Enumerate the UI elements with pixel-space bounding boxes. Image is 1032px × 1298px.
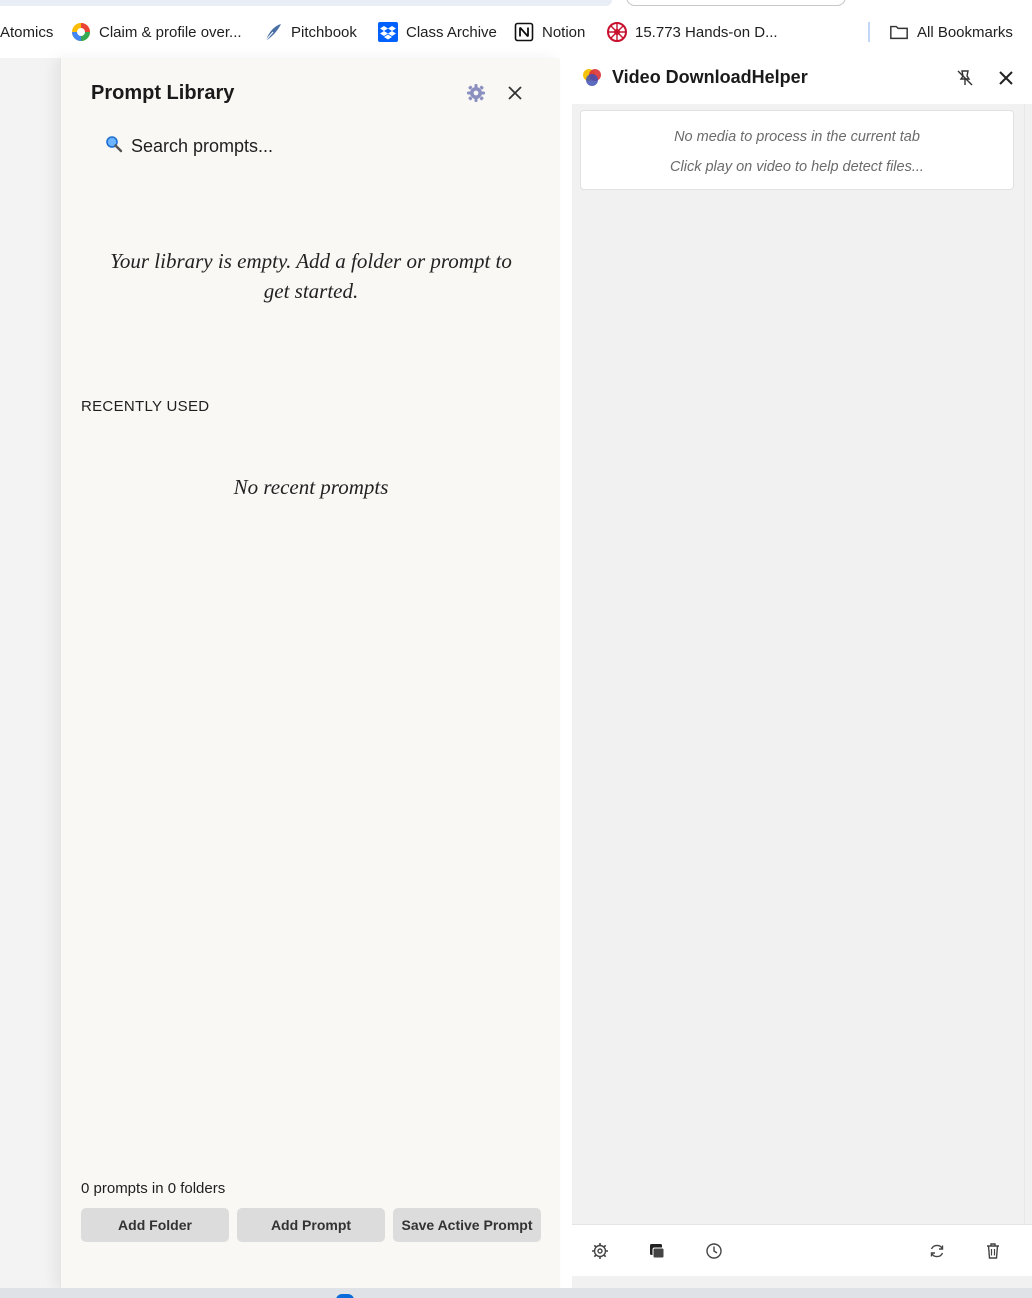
bookmark-class-archive[interactable]: Class Archive: [378, 12, 497, 52]
bookmark-claim-profile[interactable]: Claim & profile over...: [71, 12, 242, 52]
bookmark-notion[interactable]: Notion: [514, 12, 585, 52]
bookmarks-bar: Atomics Claim & profile over... Pitchboo…: [0, 12, 1032, 52]
bookmarks-separator: [868, 22, 870, 42]
google-multicolor-icon: [71, 22, 91, 42]
mit-red-icon: [607, 22, 627, 42]
bookmark-label: 15.773 Hands-on D...: [635, 23, 778, 41]
pitchbook-feather-icon: [263, 22, 283, 42]
panel-divider[interactable]: [561, 58, 572, 1288]
add-folder-button[interactable]: Add Folder: [81, 1208, 229, 1242]
search-input[interactable]: [131, 135, 511, 157]
windows-stack-icon[interactable]: [647, 1241, 667, 1261]
vdh-footer-toolbar: [572, 1224, 1032, 1276]
prompt-library-panel: Prompt Library Search prompts... Your li…: [60, 58, 560, 1288]
bookmark-pitchbook[interactable]: Pitchbook: [263, 12, 357, 52]
play-hint-message: Click play on video to help detect files…: [670, 159, 924, 175]
vdh-title: Video DownloadHelper: [612, 67, 808, 87]
bookmark-15773[interactable]: 15.773 Hands-on D...: [607, 12, 778, 52]
prompt-count-status: 0 prompts in 0 folders: [81, 1180, 226, 1197]
bookmark-label: Class Archive: [406, 23, 497, 41]
unpin-icon[interactable]: [955, 68, 975, 88]
all-bookmarks-button[interactable]: All Bookmarks: [889, 12, 1013, 52]
search-bar: [105, 132, 525, 160]
bookmark-label: Pitchbook: [291, 23, 357, 41]
no-media-message: No media to process in the current tab: [674, 129, 920, 145]
vdh-header: Video DownloadHelper: [572, 58, 1032, 104]
empty-library-message: Your library is empty. Add a folder or p…: [110, 249, 512, 303]
close-icon[interactable]: [996, 68, 1016, 88]
refresh-icon[interactable]: [927, 1241, 947, 1261]
taskbar-app-indicator: [336, 1294, 354, 1298]
bookmark-label: Atomics: [0, 23, 54, 41]
tab-strip-bar: [0, 0, 612, 6]
no-media-card: No media to process in the current tab C…: [580, 110, 1014, 190]
close-icon[interactable]: [504, 82, 526, 104]
folder-icon: [889, 22, 909, 42]
trash-icon[interactable]: [983, 1241, 1003, 1261]
dropbox-icon: [378, 22, 398, 42]
panel-title: Prompt Library: [91, 82, 235, 104]
taskbar-edge: [0, 1288, 1032, 1298]
bookmark-label: Notion: [542, 23, 586, 41]
browser-tab-strip-edge: [0, 0, 1032, 10]
page-content-edge: [0, 58, 60, 1288]
all-bookmarks-label: All Bookmarks: [917, 23, 1013, 41]
save-active-prompt-button[interactable]: Save Active Prompt: [393, 1208, 541, 1242]
add-prompt-button[interactable]: Add Prompt: [237, 1208, 385, 1242]
search-icon: [105, 135, 123, 158]
vdh-scroll-edge: [1024, 104, 1032, 1224]
history-clock-icon[interactable]: [704, 1241, 724, 1261]
video-downloadhelper-panel: Video DownloadHelper No media to process…: [572, 58, 1032, 1288]
bookmark-label: Claim & profile over...: [99, 23, 242, 41]
gear-icon[interactable]: [465, 82, 487, 104]
toolbar-pill: [626, 0, 846, 6]
recently-used-heading: RECENTLY USED: [81, 398, 210, 415]
notion-icon: [514, 22, 534, 42]
vdh-logo-icon: [582, 67, 602, 87]
bookmark-atomics[interactable]: Atomics: [0, 12, 53, 52]
no-recent-prompts-message: No recent prompts: [233, 475, 389, 499]
settings-gear-icon[interactable]: [590, 1241, 610, 1261]
